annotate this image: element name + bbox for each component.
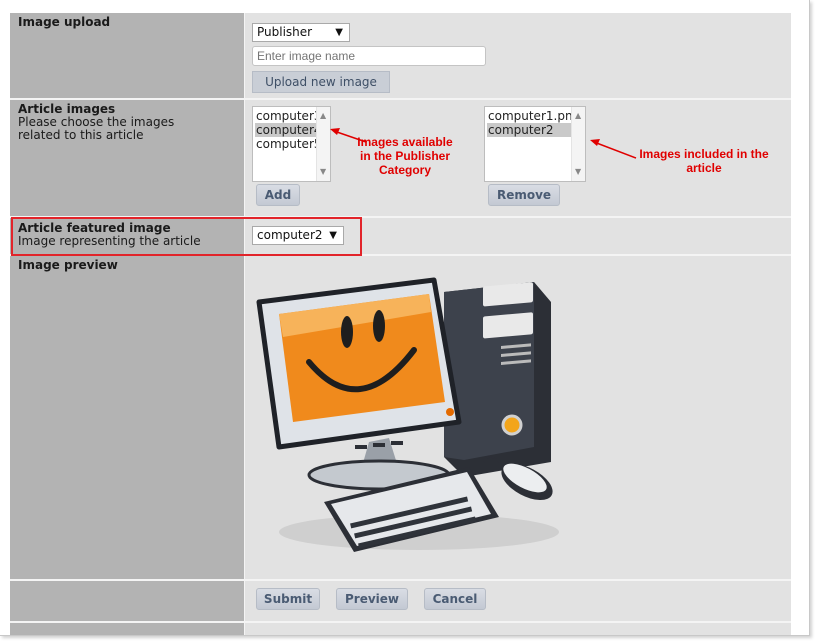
computer-illustration (256, 277, 559, 552)
image-upload-value-cell: Publisher ▼ Upload new image (245, 13, 791, 98)
highlight-box (11, 217, 362, 256)
remove-button[interactable]: Remove (488, 184, 560, 206)
available-images-list[interactable]: computer3 computer4 computer5 ▲ ▼ (252, 106, 331, 182)
cancel-button[interactable]: Cancel (424, 588, 486, 610)
add-button[interactable]: Add (256, 184, 300, 206)
footer-value-cell (245, 623, 791, 635)
list-item[interactable]: computer5 (255, 137, 322, 151)
upload-new-image-button[interactable]: Upload new image (252, 71, 390, 93)
scroll-down-icon[interactable]: ▼ (575, 165, 581, 179)
scroll-up-icon[interactable]: ▲ (320, 109, 326, 123)
image-name-input[interactable] (252, 46, 486, 66)
annotation-available-images: Images available in the Publisher Catego… (357, 135, 453, 177)
scroll-up-icon[interactable]: ▲ (575, 109, 581, 123)
list-item[interactable]: computer3 (255, 109, 322, 123)
scroll-down-icon[interactable]: ▼ (320, 165, 326, 179)
category-select[interactable]: Publisher ▼ (252, 23, 350, 42)
row-article-images: Article images Please choose the images … (10, 100, 791, 216)
list-item[interactable]: computer4 (255, 123, 322, 137)
included-images-list[interactable]: computer1.png computer2 ▲ ▼ (484, 106, 586, 182)
image-upload-label-cell: Image upload (10, 13, 245, 98)
row-footer (10, 623, 791, 635)
actions-value-cell: Submit Preview Cancel (245, 581, 791, 621)
image-preview-value-cell (245, 256, 791, 579)
row-actions: Submit Preview Cancel (10, 581, 791, 621)
preview-button[interactable]: Preview (336, 588, 408, 610)
list-item[interactable]: computer2 (487, 123, 573, 137)
chevron-down-icon: ▼ (335, 27, 343, 38)
category-select-value: Publisher (257, 25, 313, 39)
footer-label-cell (10, 623, 245, 635)
article-images-label-cell: Article images Please choose the images … (10, 100, 245, 216)
annotation-included-images: Images included in the article (639, 147, 769, 175)
article-images-value-cell: computer3 computer4 computer5 ▲ ▼ Add Im… (245, 100, 791, 216)
image-upload-label: Image upload (18, 15, 111, 29)
image-preview-label-cell: Image preview (10, 256, 245, 579)
list-item[interactable]: computer1.png (487, 109, 580, 123)
image-preview-label: Image preview (18, 258, 118, 272)
row-image-upload: Image upload Publisher ▼ Upload new imag… (10, 13, 791, 98)
row-image-preview: Image preview (10, 256, 791, 579)
submit-button[interactable]: Submit (256, 588, 320, 610)
article-images-description: Please choose the images related to this… (18, 115, 175, 142)
scrollbar[interactable]: ▲ ▼ (571, 107, 585, 181)
actions-label-cell (10, 581, 245, 621)
